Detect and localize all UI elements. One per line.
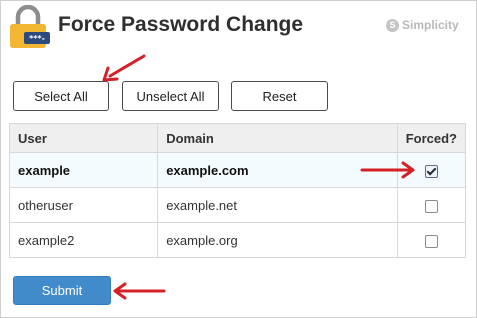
forced-cell [396,222,467,258]
reset-button[interactable]: Reset [231,81,328,111]
padlock-icon: ***- [10,5,50,48]
column-header-domain: Domain [157,123,398,153]
domain-cell: example.org [157,222,398,258]
column-header-user: User [8,123,159,153]
column-header-forced: Forced? [396,123,467,153]
submit-button[interactable]: Submit [13,276,111,305]
arrow-icon-select-all [102,54,146,82]
table-header-row: User Domain Forced? [8,123,467,153]
brand-name: Simplicity [402,18,459,32]
lock-code-text: ***- [29,34,45,43]
user-cell: example2 [8,222,159,258]
user-cell: otheruser [8,187,159,223]
users-table: User Domain Forced? example example.com … [8,123,467,258]
forced-cell [396,187,467,223]
arrow-icon-submit [113,282,166,300]
simplicity-logo-icon: S [386,18,399,32]
forced-checkbox[interactable] [424,165,438,179]
forced-checkbox[interactable] [424,235,438,249]
page-title: Force Password Change [58,13,304,36]
arrow-icon-forced-checkbox [360,161,415,179]
domain-cell: example.net [157,187,398,223]
table-row: otheruser example.net [8,187,467,223]
select-all-button[interactable]: Select All [13,81,109,111]
forced-checkbox[interactable] [424,200,438,214]
unselect-all-button[interactable]: Unselect All [122,81,219,111]
user-cell: example [8,152,159,188]
table-row: example2 example.org [8,222,467,258]
brand-logo: S Simplicity [386,18,459,32]
